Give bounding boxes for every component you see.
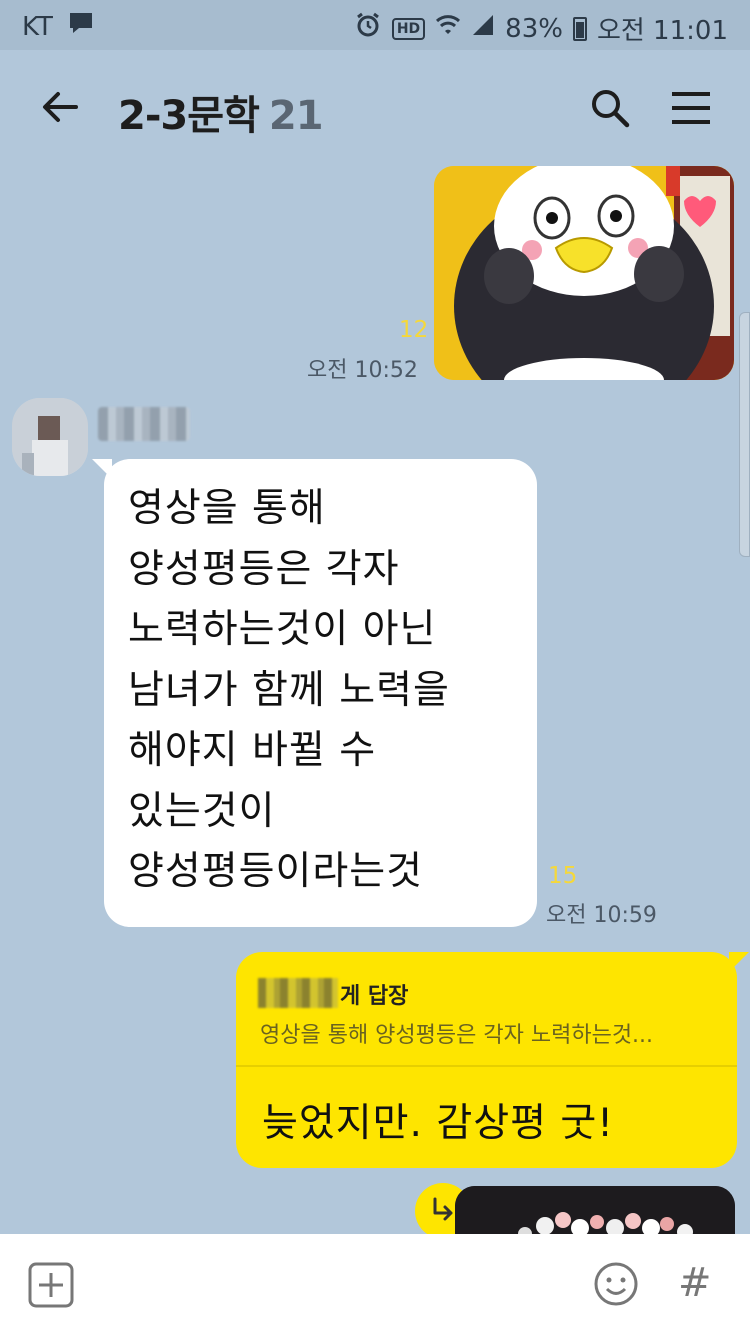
message-time: 오전 10:52 [307, 358, 418, 383]
hashtag-button[interactable]: # [678, 1260, 712, 1306]
signal-icon [471, 13, 495, 44]
add-button[interactable] [28, 1262, 74, 1308]
avatar[interactable] [12, 398, 88, 476]
emoji-button[interactable] [592, 1260, 640, 1308]
search-icon [592, 90, 630, 128]
reply-divider [236, 1065, 737, 1067]
message-line: 남녀가 함께 노력을 [128, 667, 450, 713]
wifi-icon [435, 13, 461, 44]
member-count: 21 [268, 93, 324, 139]
battery-icon [572, 16, 587, 41]
text-message-bubble[interactable]: 영상을 통해 양성평등은 각자 노력하는것이 아닌 남녀가 함께 노력을 해야지… [92, 459, 537, 927]
chat-title: 2-3문학 21 [118, 83, 324, 141]
search-button[interactable] [588, 86, 632, 130]
battery-percent: 83% [505, 13, 563, 44]
carrier-label: KT [22, 11, 53, 42]
hd-badge-icon: HD [391, 17, 426, 40]
sender-name-blurred [98, 407, 190, 441]
message-line: 양성평등이라는것 [128, 849, 424, 894]
reply-message-bubble[interactable]: 게 답장 영상을 통해 양성평등은 각자 노력하는것... 늦었지만. 감상평 … [236, 952, 749, 1168]
reply-target-name-blurred [258, 978, 338, 1008]
chat-notification-icon [67, 10, 95, 43]
add-icon [28, 1262, 74, 1308]
message-line: 양성평등은 각자 [128, 546, 400, 592]
scroll-handle[interactable] [739, 312, 750, 557]
reply-to-label: 게 답장 [340, 984, 409, 1009]
back-arrow-icon [43, 92, 78, 122]
image-message[interactable] [434, 166, 734, 380]
emoji-icon [594, 1262, 638, 1306]
mascot-photo [434, 166, 734, 380]
back-button[interactable] [36, 82, 86, 132]
avatar-photo [12, 398, 88, 476]
message-line: 노력하는것이 아닌 [128, 607, 437, 652]
message-time: 오전 10:59 [546, 903, 657, 928]
menu-button[interactable] [670, 90, 712, 126]
status-bar: KT HD 83% 오전 11:01 [0, 0, 750, 50]
menu-icon [672, 92, 710, 124]
alarm-icon [354, 11, 382, 46]
message-line: 해야지 바뀔 수 [128, 728, 377, 773]
chat-header: 2-3문학 21 [0, 50, 750, 165]
chat-room-name: 2-3문학 [118, 93, 260, 139]
reply-quoted-text[interactable]: 영상을 통해 양성평등은 각자 노력하는것... [260, 1017, 653, 1049]
message-line: 영상을 통해 [128, 486, 326, 531]
message-line: 있는것이 [128, 788, 276, 834]
input-bar: # [0, 1234, 750, 1333]
clock: 오전 11:01 [596, 16, 728, 46]
unread-count: 12 [399, 317, 429, 343]
unread-count: 15 [548, 863, 578, 889]
reply-text: 늦었지만. 감상평 굿! [262, 1101, 614, 1146]
